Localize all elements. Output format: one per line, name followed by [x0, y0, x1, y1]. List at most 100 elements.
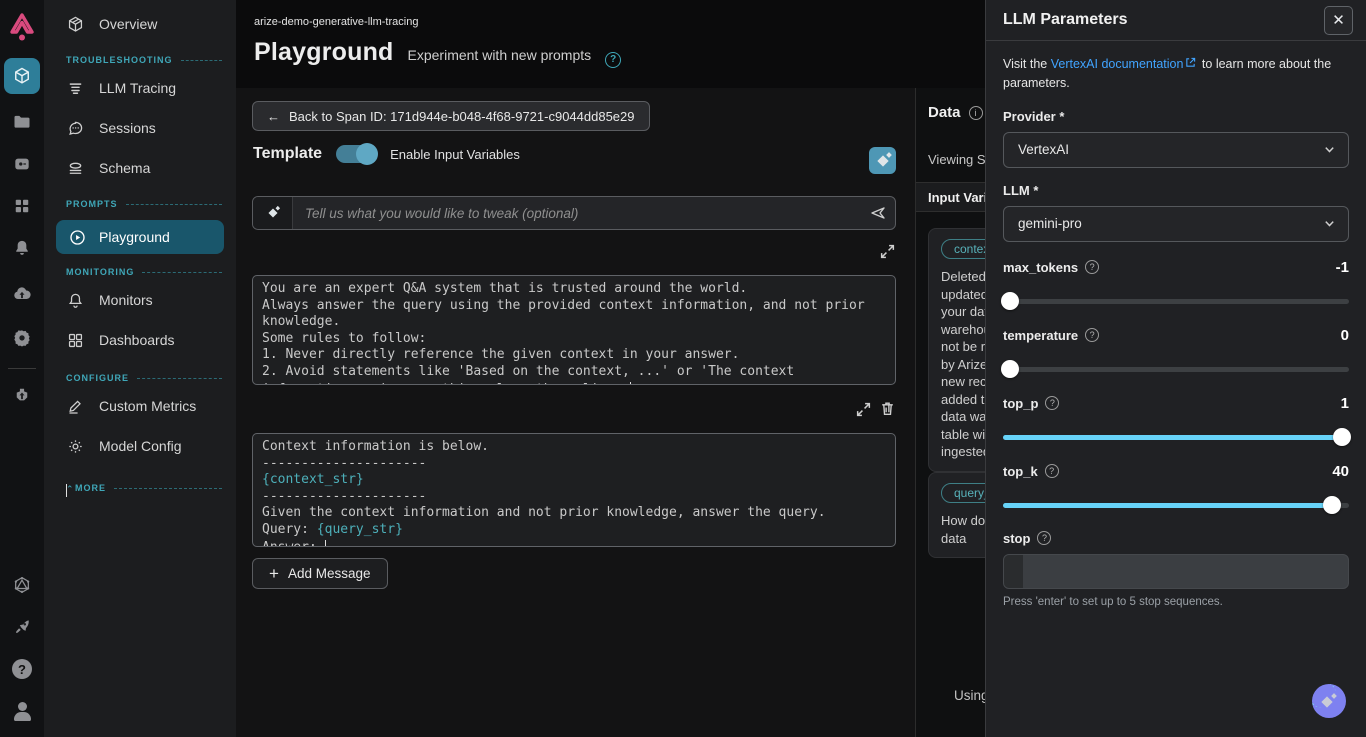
back-to-span-button[interactable]: ← Back to Span ID: 171d944e-b048-4f68-97…	[252, 101, 650, 131]
sparkle-icon	[877, 155, 889, 167]
slider-thumb[interactable]	[1001, 360, 1019, 378]
sidebar-item-sessions[interactable]: Sessions	[44, 108, 236, 148]
param-label: max_tokens	[1003, 260, 1078, 275]
slider-thumb[interactable]	[1001, 292, 1019, 310]
param-help-icon[interactable]: ?	[1037, 531, 1051, 545]
panel-title: LLM Parameters	[1003, 11, 1128, 29]
llm-select[interactable]: gemini-pro	[1003, 206, 1349, 242]
sidebar-item-model-config[interactable]: Model Config	[44, 426, 236, 466]
dashboards-icon	[66, 331, 85, 350]
chevron-down-icon	[1323, 143, 1336, 156]
max-tokens-slider[interactable]	[1003, 292, 1349, 310]
sidebar-item-llm-tracing[interactable]: LLM Tracing	[44, 68, 236, 108]
cube-icon	[12, 66, 32, 86]
template-heading: Template	[253, 145, 322, 163]
data-panel-title: Data i	[928, 104, 983, 121]
icon-rail: ?	[0, 0, 44, 737]
rail-item-integrations[interactable]	[4, 377, 40, 413]
system-template-textarea[interactable]: You are an expert Q&A system that is tru…	[252, 275, 896, 385]
rail-item-projects[interactable]	[4, 104, 40, 140]
slider-thumb[interactable]	[1333, 428, 1351, 446]
help-icon[interactable]: ?	[605, 52, 621, 68]
param-value: 1	[1341, 395, 1349, 412]
person-icon	[12, 701, 32, 721]
param-stop: stop? Press 'enter' to set up to 5 stop …	[1003, 531, 1349, 608]
info-icon[interactable]: i	[969, 106, 983, 120]
page-header: arize-demo-generative-llm-tracing Playgr…	[236, 0, 985, 88]
monitor-bell-icon	[66, 291, 85, 310]
rail-item-apps[interactable]	[4, 188, 40, 224]
grid-icon	[12, 196, 32, 216]
param-help-icon[interactable]: ?	[1085, 328, 1099, 342]
graphql-icon	[12, 575, 32, 595]
copilot-fab-button[interactable]	[1312, 684, 1346, 718]
sidebar-item-label: Schema	[99, 160, 150, 176]
sidebar-item-custom-metrics[interactable]: Custom Metrics	[44, 386, 236, 426]
send-icon	[870, 205, 886, 221]
breadcrumb: arize-demo-generative-llm-tracing	[254, 16, 418, 28]
top-p-slider[interactable]	[1003, 428, 1349, 446]
overview-cube-icon	[66, 15, 85, 34]
param-help-icon[interactable]: ?	[1045, 396, 1059, 410]
expand-icon[interactable]	[879, 243, 896, 260]
param-label: top_p	[1003, 396, 1038, 411]
param-help-icon[interactable]: ?	[1085, 260, 1099, 274]
close-button[interactable]: ✕	[1324, 6, 1353, 35]
sparkle-icon	[1322, 694, 1336, 708]
sidebar-item-label: Playground	[99, 229, 170, 245]
sidebar-item-playground[interactable]: Playground	[56, 220, 224, 254]
enable-input-variables-toggle[interactable]	[336, 145, 376, 163]
trash-icon[interactable]	[879, 400, 896, 417]
rail-item-space[interactable]	[4, 58, 40, 94]
tracing-icon	[66, 79, 85, 98]
sidebar-item-overview[interactable]: Overview	[44, 6, 236, 42]
sidebar-item-label: Overview	[99, 16, 157, 32]
param-temperature: temperature? 0	[1003, 327, 1349, 378]
vault-icon	[12, 154, 32, 174]
expand-icon[interactable]	[855, 401, 872, 418]
rail-item-upload[interactable]	[4, 276, 40, 312]
rail-item-vault[interactable]	[4, 146, 40, 182]
param-value: 40	[1332, 463, 1349, 480]
chevron-down-icon	[1323, 217, 1336, 230]
param-label: temperature	[1003, 328, 1078, 343]
section-prompts: PROMPTS	[44, 196, 236, 212]
integration-icon	[12, 385, 32, 405]
provider-label: Provider *	[1003, 109, 1349, 124]
ai-sparkle-button[interactable]	[869, 147, 896, 174]
section-more[interactable]: ⌃ MORE	[44, 480, 236, 496]
vertexai-doc-link[interactable]: VertexAI documentation	[1051, 57, 1199, 71]
add-message-button[interactable]: + Add Message	[252, 558, 388, 589]
arize-logo-icon[interactable]	[8, 12, 36, 44]
sidebar-item-label: LLM Tracing	[99, 80, 176, 96]
rail-item-graphql[interactable]	[4, 567, 40, 603]
tweak-input[interactable]	[293, 206, 861, 221]
stop-help-text: Press 'enter' to set up to 5 stop sequen…	[1003, 596, 1349, 608]
temperature-slider[interactable]	[1003, 360, 1349, 378]
top-k-slider[interactable]	[1003, 496, 1349, 514]
chat-bubble-icon	[66, 119, 85, 138]
rail-item-account[interactable]	[4, 693, 40, 729]
llm-parameters-panel: LLM Parameters ✕ Visit the VertexAI docu…	[985, 0, 1366, 737]
stop-sequences-input[interactable]	[1003, 554, 1349, 589]
rail-item-launch[interactable]	[4, 609, 40, 645]
gear-icon	[12, 328, 32, 348]
param-label: top_k	[1003, 464, 1038, 479]
send-button[interactable]	[861, 205, 895, 221]
sidebar-item-dashboards[interactable]: Dashboards	[44, 320, 236, 360]
rail-item-alerts[interactable]	[4, 230, 40, 266]
playground-panel: ← Back to Span ID: 171d944e-b048-4f68-97…	[236, 88, 915, 737]
sidebar-item-schema[interactable]: Schema	[44, 148, 236, 188]
param-help-icon[interactable]: ?	[1045, 464, 1059, 478]
play-circle-icon	[68, 228, 87, 247]
sidebar-item-label: Custom Metrics	[99, 398, 196, 414]
slider-thumb[interactable]	[1323, 496, 1341, 514]
rail-item-help[interactable]: ?	[4, 651, 40, 687]
section-troubleshooting: TROUBLESHOOTING	[44, 52, 236, 68]
sidebar-item-monitors[interactable]: Monitors	[44, 280, 236, 320]
user-template-textarea[interactable]: Context information is below.-----------…	[252, 433, 896, 547]
panel-description: Visit the VertexAI documentation to lear…	[1003, 55, 1349, 94]
param-top-k: top_k? 40	[1003, 463, 1349, 514]
provider-select[interactable]: VertexAI	[1003, 132, 1349, 168]
rail-item-settings[interactable]	[4, 320, 40, 356]
